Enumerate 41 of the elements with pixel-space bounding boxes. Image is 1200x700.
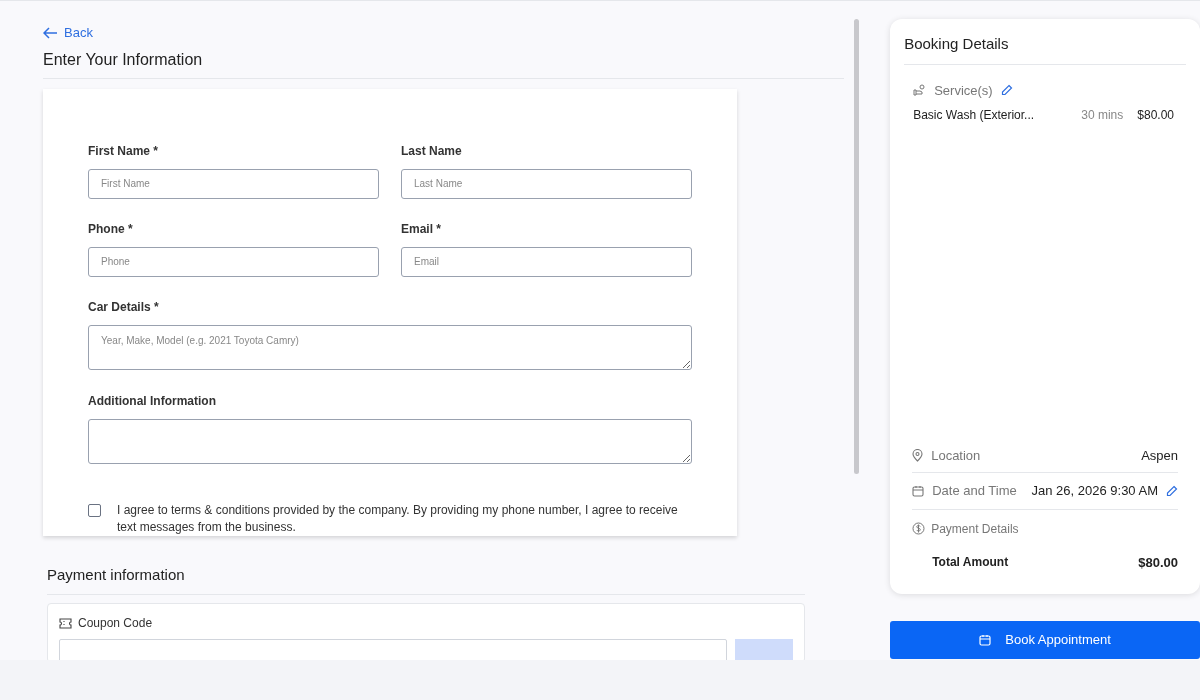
field-label: Coupon Code (78, 615, 153, 632)
field-label: Last Name (401, 142, 463, 160)
field-label: Additional Information (88, 392, 217, 410)
arrow-left-icon (43, 26, 58, 39)
service-name: Basic Wash (Exterior... (913, 107, 1036, 124)
consent-text: I agree to terms & conditions provided by the company. By providing my phone number, I agree to receive text messages from the business. (117, 501, 679, 536)
back-link[interactable]: Back (43, 23, 93, 43)
detail-value: Aspen (1141, 446, 1178, 465)
pencil-icon[interactable] (1166, 484, 1178, 497)
detail-label: Payment Details (931, 520, 1019, 538)
card-title: Booking Details (904, 33, 1186, 65)
service-price: $80.00 (1137, 107, 1174, 124)
field-label: Email * (401, 220, 443, 238)
book-appointment-button[interactable]: Book Appointment (890, 621, 1200, 659)
input-field[interactable]: Email (401, 246, 692, 277)
location-pin-icon (912, 448, 924, 462)
ticket-icon (59, 617, 72, 629)
field-label: Car Details * (88, 298, 160, 316)
hand-icon (913, 84, 927, 97)
text-area[interactable] (88, 418, 692, 464)
text-area[interactable]: Year, Make, Model (e.g. 2021 Toyota Camry) (88, 324, 692, 370)
coupon-input[interactable] (59, 639, 728, 660)
field-label: Phone * (88, 220, 134, 238)
detail-value: Jan 26, 2026 9:30 AM (1031, 482, 1158, 500)
detail-label: Date and Time (932, 482, 1017, 500)
total-label: Total Amount (932, 553, 1009, 571)
section-label: Service(s) (934, 81, 993, 100)
calendar-icon (912, 484, 925, 497)
input-field[interactable]: Phone (88, 246, 379, 277)
input-field[interactable]: First Name (88, 168, 379, 199)
dollar-circle-icon (912, 522, 926, 535)
service-duration: 30 mins (1081, 107, 1124, 124)
field-label: First Name * (88, 142, 160, 160)
total-value: $80.00 (1138, 553, 1178, 572)
pencil-icon[interactable] (1000, 84, 1013, 97)
checkbox[interactable] (88, 503, 101, 517)
section-title: Payment information (47, 563, 805, 595)
section-title: Enter Your Information (43, 47, 845, 79)
calendar-icon (979, 634, 992, 646)
detail-label: Location (931, 446, 981, 465)
input-field[interactable]: Last Name (401, 168, 692, 199)
